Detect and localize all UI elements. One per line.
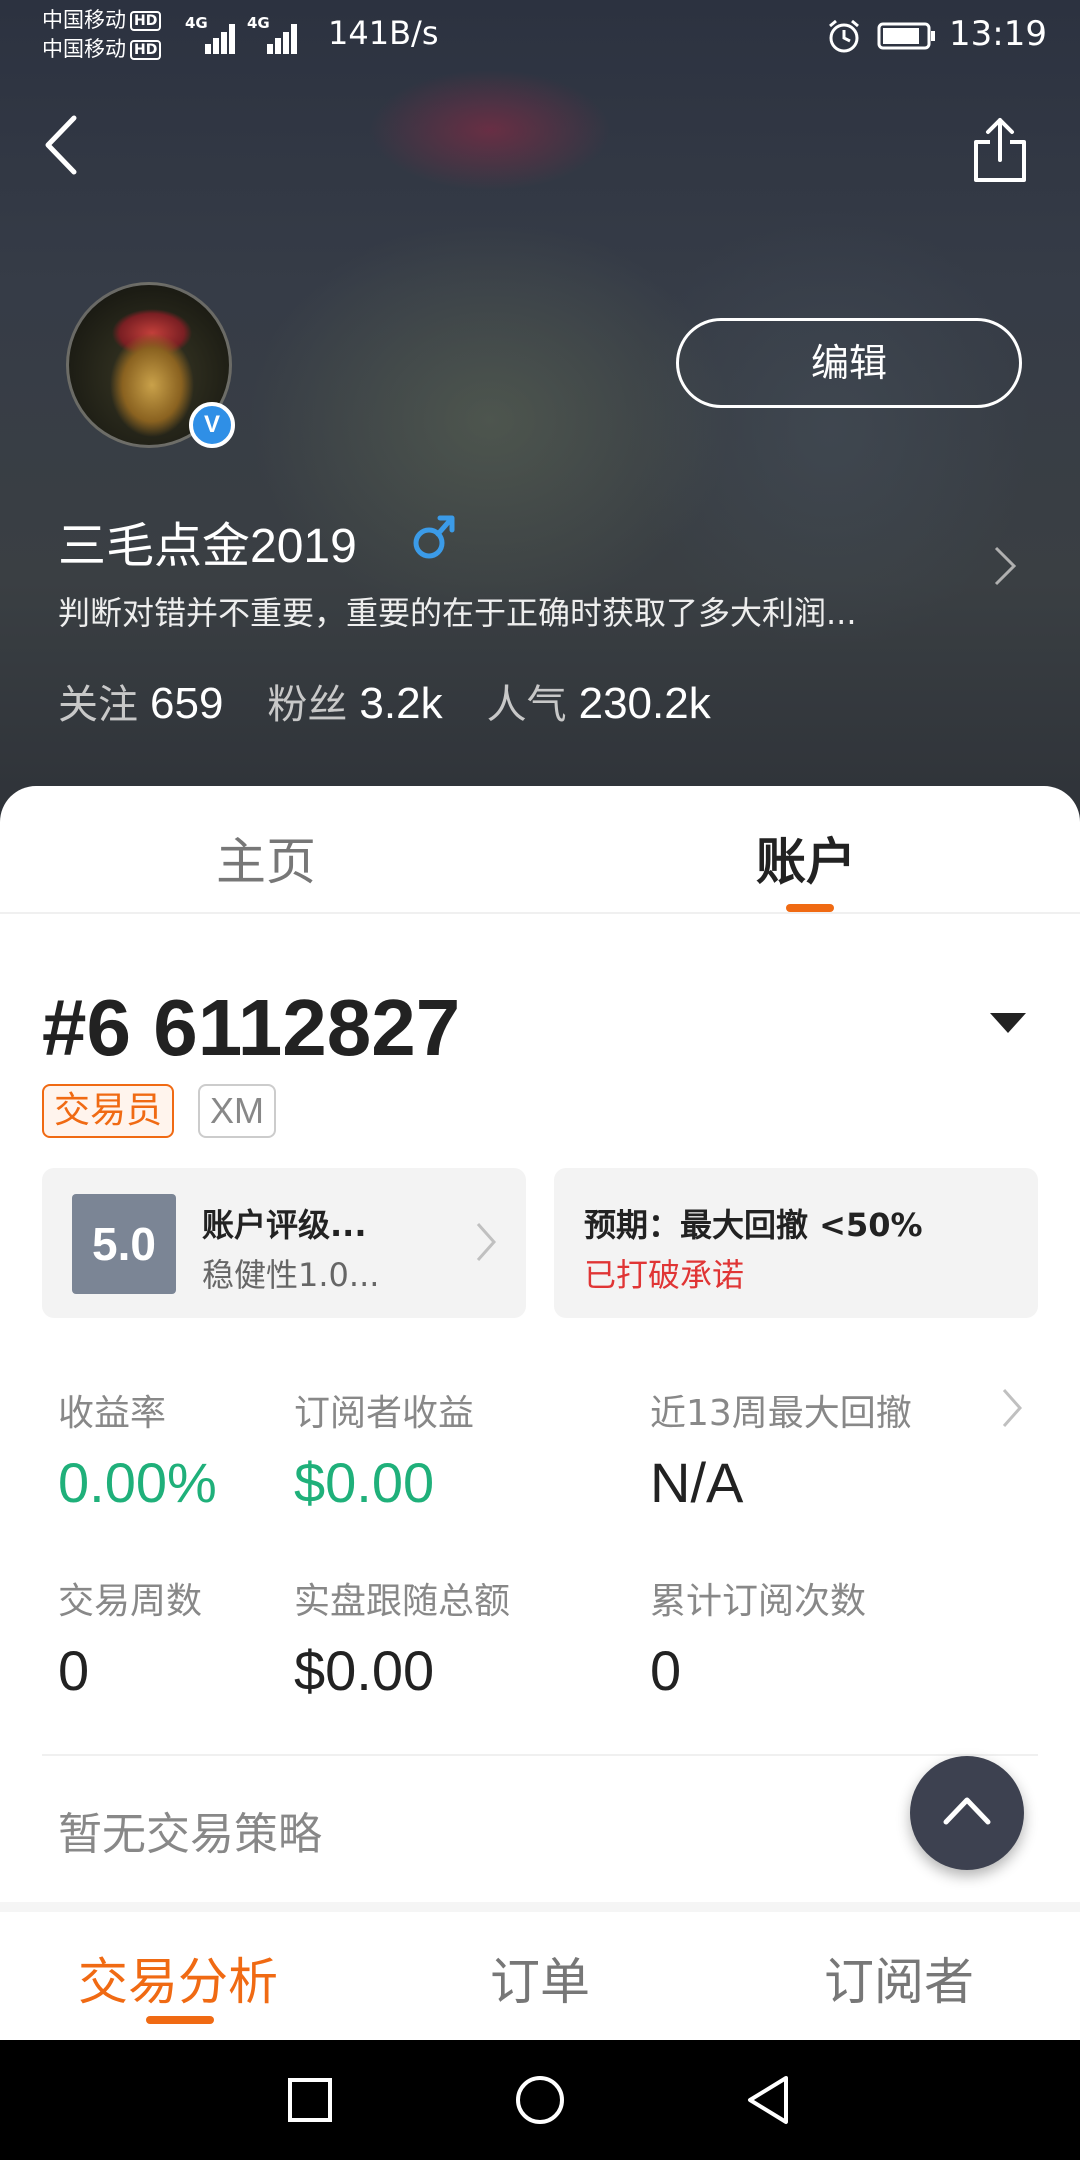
bottom-tabs: 交易分析 订单 订阅者 [0,1912,1080,2040]
carrier-2: 中国移动 [42,37,126,61]
profile-stats: 关注 659 粉丝 3.2k 人气 230.2k [58,672,711,730]
male-gender-icon [413,515,455,559]
metric-label: 订阅者收益 [294,1393,475,1434]
expectation-status: 已打破承诺 [584,1256,745,1294]
system-nav-bar [0,2040,1080,2160]
no-strategy-text: 暂无交易策略 [58,1809,322,1860]
stat-label: 人气 [486,682,567,728]
stat-followers[interactable]: 粉丝 3.2k [267,672,442,730]
account-rating-card[interactable]: 5.0 账户评级... 稳健性1.0... [42,1168,526,1318]
edit-profile-button[interactable]: 编辑 [676,318,1022,408]
broker-tag: XM [198,1084,276,1138]
metric-value: 0 [650,1639,682,1702]
metric-value: $0.00 [294,1451,435,1514]
stat-value: 659 [150,679,224,728]
metric-return-rate: 收益率 0.00% [58,1384,217,1515]
network-type-1: 4G [185,14,208,32]
chevron-right-icon[interactable] [1000,1386,1024,1430]
expectation-title: 预期：最大回撤 <50% [584,1206,923,1244]
metric-trading-weeks: 交易周数 0 [58,1572,202,1703]
carrier-info: 中国移动 HD 中国移动 HD [42,6,162,64]
tab-orders[interactable]: 订单 [490,1942,590,2014]
share-icon[interactable] [968,114,1032,186]
profile-header: 中国移动 HD 中国移动 HD 4G 4G 141B/s 13:19 V 编辑 … [0,0,1080,830]
profile-detail-chevron-icon[interactable] [990,544,1020,588]
metric-value: 0 [58,1639,90,1702]
metric-subscriber-profit: 订阅者收益 $0.00 [294,1384,474,1515]
network-type-2: 4G [247,14,270,32]
chevron-up-icon [943,1797,991,1825]
recent-apps-icon[interactable] [280,2070,340,2130]
battery-icon [877,22,935,50]
metric-max-drawdown[interactable]: 近13周最大回撤 N/A [650,1384,912,1515]
stat-following[interactable]: 关注 659 [58,672,223,730]
tab-home[interactable]: 主页 [216,822,316,894]
tab-trade-analysis[interactable]: 交易分析 [78,1942,278,2014]
divider [42,1754,1038,1756]
metric-value: 0.00% [58,1451,217,1514]
dropdown-triangle-icon[interactable] [988,1010,1028,1036]
rating-title: 账户评级... [202,1206,367,1244]
scroll-to-top-button[interactable] [910,1756,1024,1870]
expectation-card: 预期：最大回撤 <50% 已打破承诺 [554,1168,1038,1318]
rating-subtitle: 稳健性1.0... [202,1256,380,1294]
metric-value: $0.00 [294,1639,435,1702]
metric-value: N/A [650,1451,744,1514]
tab-subscribers[interactable]: 订阅者 [824,1942,974,2014]
stat-value: 3.2k [359,679,443,728]
verified-badge-icon: V [189,402,235,448]
metric-subscription-count: 累计订阅次数 0 [650,1572,866,1703]
chevron-right-icon [476,1223,497,1261]
metric-follow-total: 实盘跟随总额 $0.00 [294,1572,510,1703]
back-arrow-icon[interactable] [38,110,88,180]
rating-score: 5.0 [72,1194,176,1294]
active-tab-indicator [786,904,834,912]
trader-tag: 交易员 [42,1084,175,1138]
profile-tabs: 主页 账户 [0,786,1080,914]
carrier-1: 中国移动 [42,8,126,32]
metric-label: 实盘跟随总额 [294,1581,511,1622]
hd-badge: HD [130,11,162,31]
metric-label: 收益率 [58,1393,167,1434]
back-triangle-icon[interactable] [740,2070,800,2130]
home-icon[interactable] [510,2070,570,2130]
stat-value: 230.2k [578,679,711,728]
hd-badge: HD [130,40,162,60]
metric-label: 累计订阅次数 [650,1581,867,1622]
net-speed: 141B/s [328,14,439,52]
stat-label: 粉丝 [267,682,348,728]
alarm-icon [829,19,859,53]
account-number: #6 6112827 [42,983,461,1072]
username: 三毛点金2019 [58,520,357,573]
account-card: 主页 账户 #6 6112827 交易员 XM 5.0 账户评级... 稳健性1… [0,786,1080,1910]
status-bar: 中国移动 HD 中国移动 HD 4G 4G 141B/s 13:19 [0,0,1080,70]
section-gap [0,1902,1080,1912]
stat-popularity: 人气 230.2k [487,672,711,730]
tab-account[interactable]: 账户 [756,822,856,894]
metric-label: 近13周最大回撤 [650,1393,912,1434]
profile-bio: 判断对错并不重要，重要的在于正确时获取了多大利润... [58,594,857,632]
metric-label: 交易周数 [58,1581,203,1622]
stat-label: 关注 [58,682,138,728]
clock: 13:19 [949,14,1047,54]
active-tab-indicator [146,2016,214,2024]
